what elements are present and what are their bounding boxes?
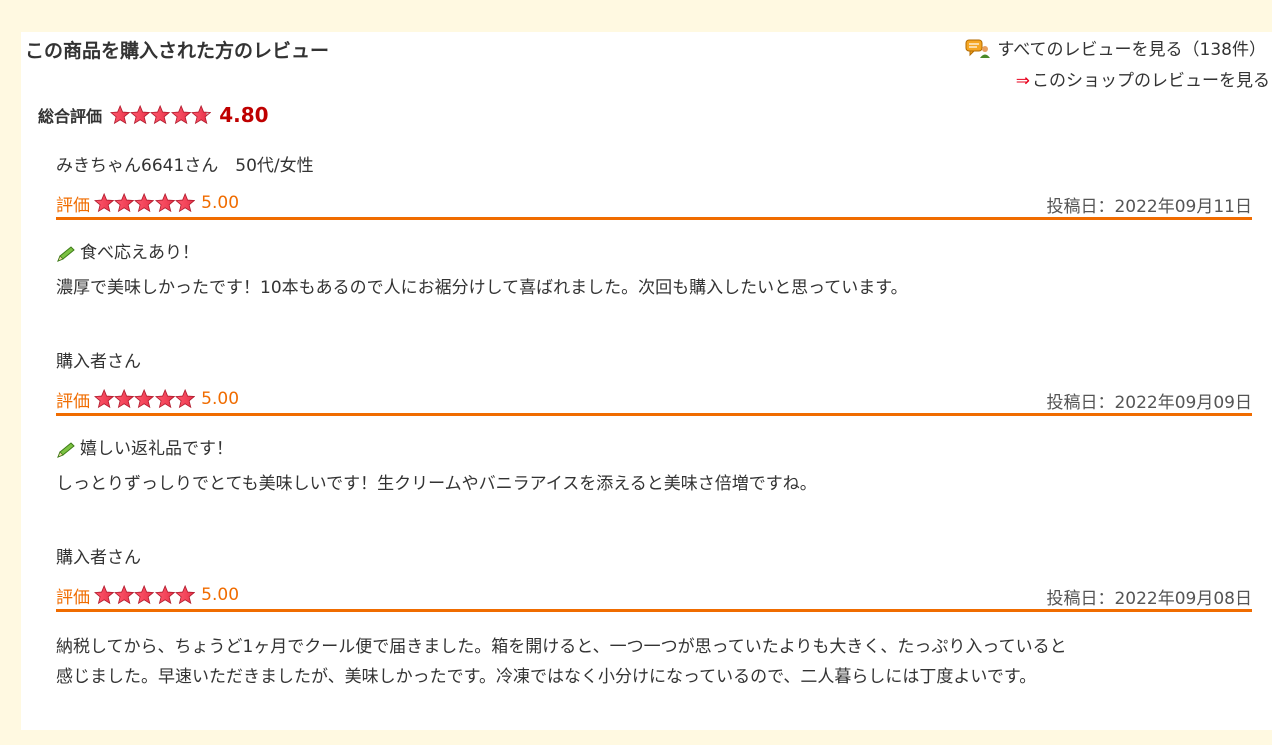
- all-reviews-link[interactable]: すべてのレビューを見る（138件）: [965, 35, 1266, 60]
- pencil-icon: [57, 441, 75, 458]
- review-stars: [94, 584, 196, 606]
- star-icon: [94, 192, 115, 213]
- review-title: 嬉しい返礼品です！: [56, 434, 1252, 459]
- star-icon: [134, 388, 155, 409]
- review-body: 納税してから、ちょうど1ヶ月でクール便で届きました。箱を開けると、一つ一つが思っ…: [56, 632, 1252, 692]
- rating-label: 評価: [56, 195, 90, 216]
- pencil-icon: [57, 245, 75, 262]
- rating-value: 5.00: [201, 389, 240, 409]
- star-icon: [114, 584, 135, 605]
- review-rating-row: 評価 5.00 投稿日：2022年09月08日: [56, 581, 1252, 612]
- review-body: しっとりずっしりでとても美味しいです！生クリームやバニラアイスを添えると美味さ倍…: [56, 474, 817, 494]
- review-body-line: 納税してから、ちょうど1ヶ月でクール便で届きました。箱を開けると、一つ一つが思っ…: [56, 637, 1067, 657]
- all-reviews-label[interactable]: すべてのレビューを見る（138件）: [997, 35, 1266, 60]
- reviewer-name: みきちゃん6641さん 50代/女性: [56, 156, 314, 176]
- post-date: 投稿日：2022年09月08日: [1046, 589, 1252, 609]
- star-icon: [94, 388, 115, 409]
- review-title-text: 嬉しい返礼品です！: [80, 439, 233, 459]
- review-body-line: 感じました。早速いただきましたが、美味しかったです。冷凍ではなく小分けになってい…: [56, 667, 1037, 687]
- rating-value: 5.00: [201, 585, 240, 605]
- star-icon: [94, 584, 115, 605]
- post-date: 投稿日：2022年09月11日: [1046, 197, 1252, 217]
- review-speech-user-icon: [965, 37, 991, 59]
- shop-reviews-link[interactable]: ⇒ このショップのレビューを見る: [1016, 66, 1270, 91]
- rating-label: 評価: [56, 391, 90, 412]
- section-title: この商品を購入された方のレビュー: [25, 40, 330, 62]
- star-icon: [114, 388, 135, 409]
- review-stars: [94, 192, 196, 214]
- star-icon: [174, 584, 196, 605]
- overall-score: 4.80: [219, 103, 269, 127]
- review-item: みきちゃん6641さん 50代/女性 評価 5.00 投稿日：2022年09月1…: [56, 151, 1252, 303]
- star-icon: [114, 192, 135, 213]
- reviewer-name: 購入者さん: [56, 352, 141, 372]
- review-title-text: 食べ応えあり！: [80, 243, 199, 263]
- overall-rating: 総合評価 4.80: [38, 103, 269, 127]
- rating-label: 評価: [56, 587, 90, 608]
- shop-reviews-label[interactable]: このショップのレビューを見る: [1032, 71, 1270, 91]
- star-icon: [174, 388, 196, 409]
- overall-rating-label: 総合評価: [38, 107, 103, 126]
- star-icon: [174, 192, 196, 213]
- review-body: 濃厚で美味しかったです！10本もあるので人にお裾分けして喜ばれました。次回も購入…: [56, 278, 908, 298]
- star-icon: [154, 192, 175, 213]
- overall-stars: [110, 104, 212, 126]
- review-stars: [94, 388, 196, 410]
- review-item: 購入者さん 評価 5.00 投稿日：2022年09月09日 嬉しい返礼品です！ …: [56, 347, 1252, 499]
- rating-value: 5.00: [201, 193, 240, 213]
- arrow-right-icon: ⇒: [1015, 71, 1030, 91]
- star-icon: [130, 104, 151, 125]
- star-icon: [154, 388, 175, 409]
- star-icon: [150, 104, 171, 125]
- review-item: 購入者さん 評価 5.00 投稿日：2022年09月08日 納税してから、ちょう…: [56, 543, 1252, 692]
- review-title: 食べ応えあり！: [56, 238, 1252, 263]
- reviewer-name: 購入者さん: [56, 548, 141, 568]
- star-icon: [170, 104, 191, 125]
- post-date: 投稿日：2022年09月09日: [1046, 393, 1252, 413]
- star-icon: [154, 584, 175, 605]
- review-rating-row: 評価 5.00 投稿日：2022年09月09日: [56, 385, 1252, 416]
- star-icon: [134, 584, 155, 605]
- review-rating-row: 評価 5.00 投稿日：2022年09月11日: [56, 189, 1252, 220]
- star-icon: [190, 104, 212, 125]
- star-icon: [110, 104, 131, 125]
- star-icon: [134, 192, 155, 213]
